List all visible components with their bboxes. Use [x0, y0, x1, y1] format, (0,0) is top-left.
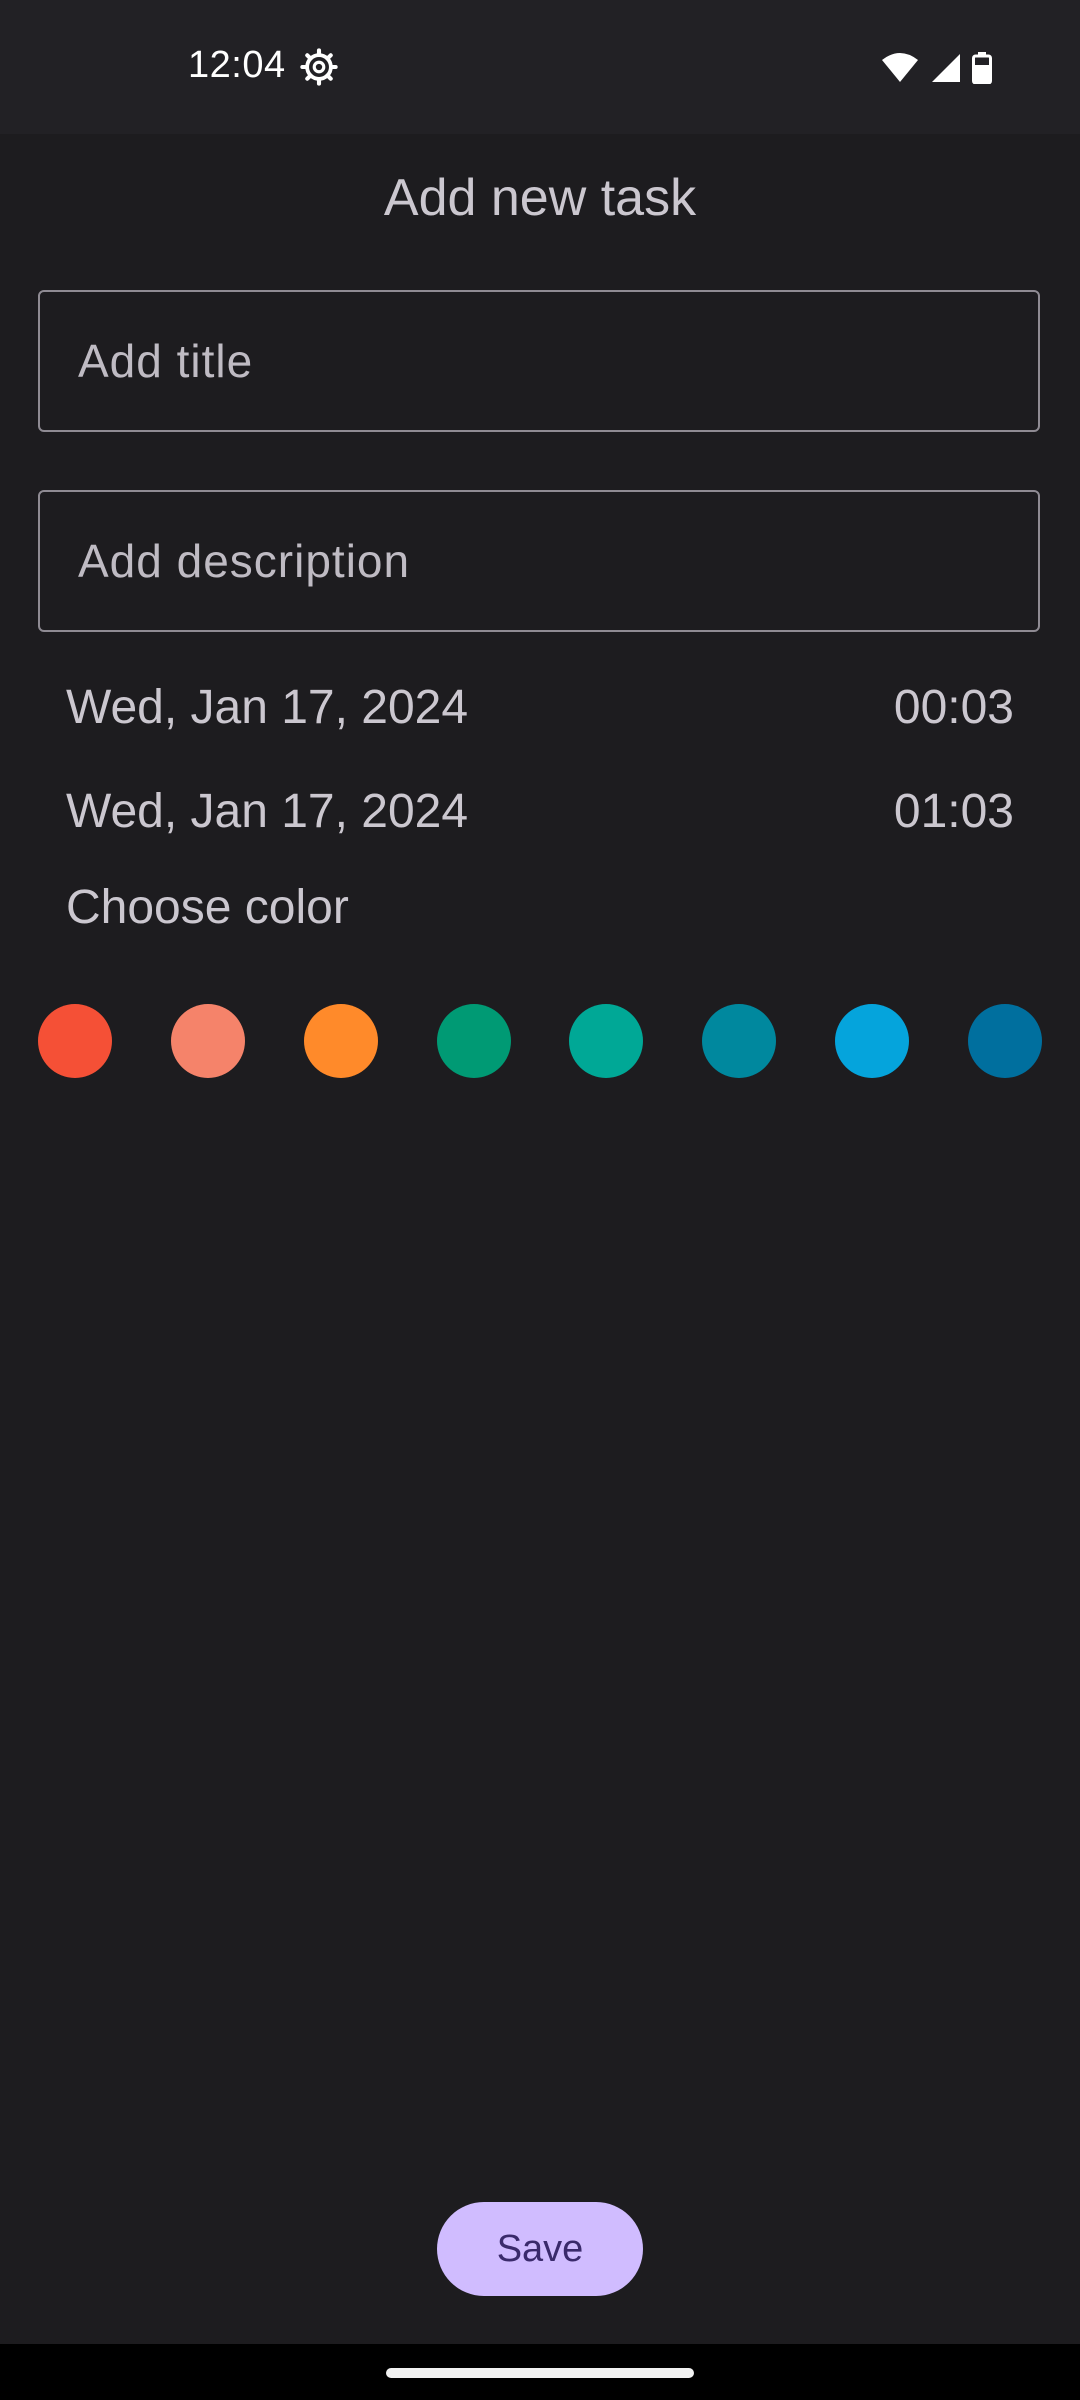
start-datetime-row: Wed, Jan 17, 2024 00:03 [66, 672, 1014, 742]
screen: 12:04 Add new task Add title Add descrip… [0, 0, 1080, 2400]
navigation-bar [0, 2344, 1080, 2400]
color-swatch-4[interactable] [436, 1004, 511, 1078]
color-swatch-1[interactable] [38, 1004, 112, 1078]
start-date[interactable]: Wed, Jan 17, 2024 [66, 680, 468, 735]
title-input-placeholder: Add title [78, 335, 254, 387]
color-swatch-3[interactable] [303, 1004, 378, 1078]
signal-icon [932, 54, 960, 82]
battery-icon [972, 52, 992, 84]
description-input[interactable]: Add description [38, 490, 1040, 632]
status-bar: 12:04 [0, 0, 1080, 134]
color-swatch-2[interactable] [170, 1004, 245, 1078]
status-time: 12:04 [188, 44, 286, 86]
color-palette [38, 1004, 1042, 1078]
color-swatch-5[interactable] [569, 1004, 644, 1078]
end-datetime-row: Wed, Jan 17, 2024 01:03 [66, 776, 1014, 846]
start-time[interactable]: 00:03 [894, 680, 1014, 735]
color-swatch-7[interactable] [835, 1004, 910, 1078]
end-date[interactable]: Wed, Jan 17, 2024 [66, 784, 468, 839]
end-time[interactable]: 01:03 [894, 784, 1014, 839]
color-swatch-8[interactable] [967, 1004, 1042, 1078]
wifi-icon [882, 53, 918, 82]
settings-gear-icon [300, 48, 338, 86]
description-input-placeholder: Add description [78, 535, 411, 587]
home-indicator[interactable] [386, 2368, 694, 2378]
save-button[interactable]: Save [437, 2202, 643, 2296]
color-swatch-6[interactable] [702, 1004, 777, 1078]
page-title: Add new task [383, 169, 697, 227]
title-input[interactable]: Add title [38, 290, 1040, 432]
choose-color-label: Choose color [66, 881, 349, 934]
status-icons [880, 52, 992, 84]
